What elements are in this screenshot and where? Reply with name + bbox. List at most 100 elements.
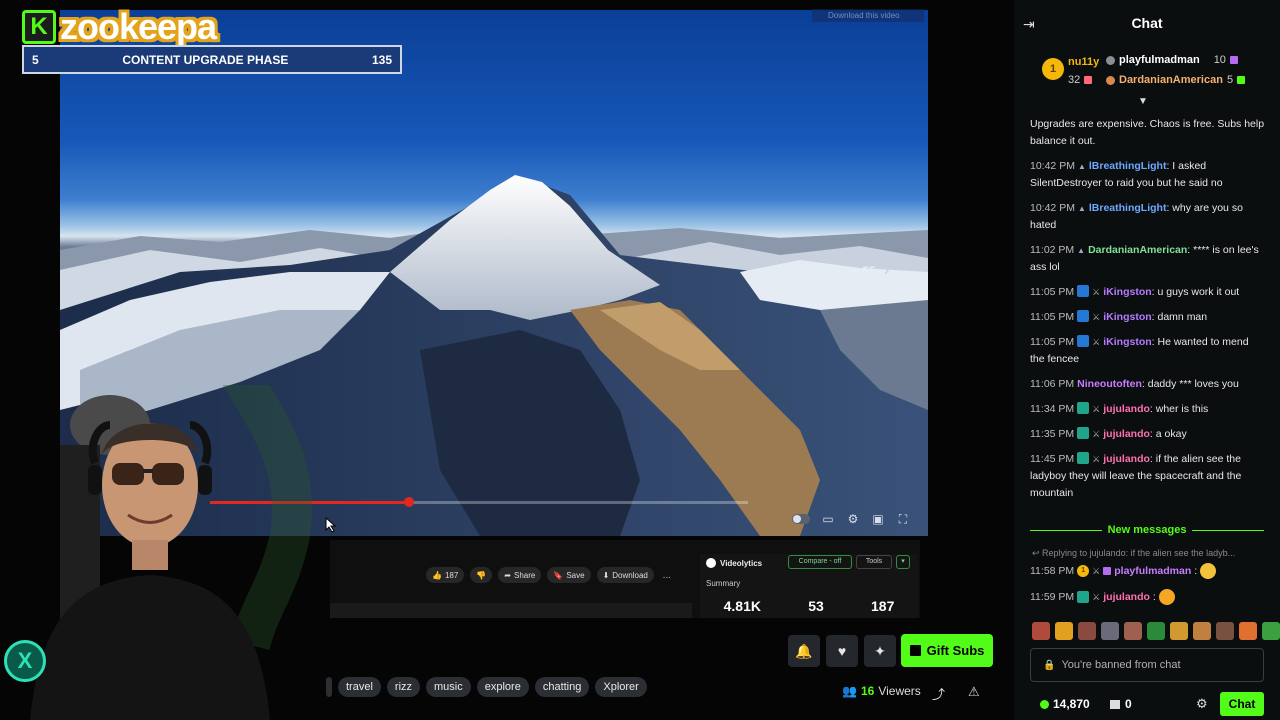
emote-10-icon[interactable] [1239, 622, 1257, 640]
emote-8-icon[interactable] [1193, 622, 1211, 640]
videolytics-panel: Videolytics Compare - off Tools ▾ Summar… [700, 554, 918, 618]
chat-message: 11:02 PM ▲ DardanianAmerican: **** is on l… [1030, 242, 1266, 276]
phase-title: CONTENT UPGRADE PHASE [122, 52, 289, 67]
message-user[interactable]: iKingston [1103, 286, 1151, 298]
message-user[interactable]: jujulando [1103, 453, 1150, 465]
compare-toggle-button[interactable]: Compare - off [788, 555, 852, 569]
message-user[interactable]: iKingston [1103, 311, 1151, 323]
chat-send-button[interactable]: Chat [1220, 692, 1264, 716]
emote-3-icon[interactable] [1078, 622, 1096, 640]
tag-explore[interactable]: explore [476, 677, 529, 697]
video-progress-knob[interactable] [404, 497, 415, 507]
theater-mode-icon[interactable]: ▣ [871, 512, 885, 526]
viewers-label: Viewers [878, 684, 921, 698]
emote-9-icon[interactable] [1216, 622, 1234, 640]
more-options-icon[interactable]: ... [660, 570, 674, 581]
brand-name: zookeepa [60, 6, 217, 47]
download-label: Download [612, 570, 648, 580]
rank-3-icon [1106, 75, 1115, 85]
message-user[interactable]: iKingston [1103, 336, 1151, 348]
xplorer-badge-icon[interactable]: X [4, 640, 46, 682]
chat-message: 11:05 PM ⚔ iKingston: damn man [1030, 309, 1266, 326]
pinned-expand-icon[interactable]: ▼ [1138, 96, 1148, 107]
message-user[interactable]: lBreathingLight [1089, 160, 1167, 172]
like-button[interactable]: 👍 187 [426, 567, 465, 583]
tools-dropdown[interactable]: Tools [856, 555, 892, 569]
boost-button[interactable]: ✦ [864, 635, 896, 667]
report-alert-icon[interactable]: ⚠ [968, 684, 980, 700]
phase-right-count: 135 [371, 52, 392, 67]
chat-settings-gear-icon[interactable]: ⚙ [1196, 696, 1208, 712]
tag-hidden[interactable] [326, 677, 332, 697]
tag-rizz[interactable]: rizz [386, 677, 421, 697]
like-count: 187 [444, 570, 459, 580]
share-icon[interactable]: ⤴ [932, 684, 945, 703]
sparkle-icon: ✦ [874, 642, 886, 659]
message-user[interactable]: jujulando [1103, 428, 1150, 440]
reply-arrow-icon: ↩ [1032, 548, 1043, 558]
emote-5-icon[interactable] [1124, 622, 1142, 640]
message-user[interactable]: Nineoutoften [1077, 378, 1142, 390]
message-colon: : [1194, 565, 1198, 577]
share-button[interactable]: ➦ Share [498, 567, 542, 583]
emote-6-icon[interactable] [1147, 622, 1165, 640]
emote-1-icon[interactable] [1032, 622, 1050, 640]
sword-icon: ⚔ [1092, 312, 1101, 322]
emote-7-icon[interactable] [1170, 622, 1188, 640]
sword-icon: ⚔ [1092, 565, 1101, 576]
tag-chatting[interactable]: chatting [534, 677, 590, 697]
message-user[interactable]: lBreathingLight [1089, 202, 1167, 214]
message-text: : u guys work it out [1151, 286, 1240, 298]
message-colon: : [1152, 591, 1156, 603]
download-video-hint[interactable]: Download this video [812, 9, 924, 22]
message-time: 10:42 PM [1030, 160, 1075, 172]
message-time: 11:59 PM [1030, 591, 1075, 603]
chevron-down-icon[interactable]: ▾ [896, 555, 910, 569]
gift-icon [1084, 76, 1093, 84]
save-button[interactable]: 🔖 Save [547, 567, 591, 583]
channel-points[interactable]: 14,870 [1040, 697, 1090, 711]
emote-2-icon[interactable] [1055, 622, 1073, 640]
kick-logo-icon: K [22, 10, 56, 44]
new-messages-divider[interactable]: New messages [1024, 522, 1270, 538]
boxes-value: 0 [1125, 697, 1132, 711]
loot-boxes[interactable]: 0 [1110, 697, 1132, 711]
chat-input-placeholder: You're banned from chat [1061, 659, 1181, 671]
message-user[interactable]: jujulando [1103, 403, 1150, 415]
laughing-emote-icon [1158, 589, 1175, 605]
chat-message: 10:42 PM ▲ lBreathingLight: I asked Silent… [1030, 158, 1266, 192]
leader-dardanian[interactable]: DardanianAmerican 5 [1106, 74, 1246, 86]
gift-subs-button[interactable]: Gift Subs [901, 634, 993, 667]
message-user[interactable]: playfulmadman [1114, 565, 1191, 577]
emote-11-icon[interactable] [1262, 622, 1280, 640]
download-button[interactable]: ⬇ Download [596, 567, 654, 583]
message-user[interactable]: DardanianAmerican [1088, 244, 1187, 256]
follow-heart-button[interactable]: ♥ [826, 635, 858, 667]
message-time: 11:58 PM [1030, 565, 1075, 577]
notification-bell-button[interactable]: 🔔 [788, 635, 820, 667]
tag-travel[interactable]: travel [338, 677, 381, 697]
viewer-count: 👥 16 Viewers [842, 684, 921, 698]
autoplay-toggle[interactable] [792, 514, 810, 524]
message-user[interactable]: jujulando [1103, 591, 1150, 603]
leader-playfulmadman[interactable]: playfulmadman 10 [1106, 54, 1238, 66]
captions-icon[interactable]: ▭ [821, 512, 835, 526]
sword-icon: ⚔ [1092, 591, 1101, 602]
fullscreen-icon[interactable]: ⛶ [896, 512, 910, 526]
emote-4-icon[interactable] [1101, 622, 1119, 640]
chevron-up-icon: ▲ [1077, 204, 1086, 213]
chat-input[interactable]: 🔒 You're banned from chat [1030, 648, 1264, 682]
settings-gear-icon[interactable]: ⚙ [846, 512, 860, 526]
tag-music[interactable]: music [426, 677, 471, 697]
sunglasses-emote-icon [1200, 563, 1217, 579]
more-count-badge: + 55 [852, 264, 876, 278]
sword-icon: ⚔ [1092, 429, 1101, 439]
dislike-button[interactable]: 👎 [470, 567, 493, 583]
tag-xplorer[interactable]: Xplorer [595, 677, 647, 697]
thumbs-up-icon: 👍 [432, 570, 442, 580]
sub-badge-icon [1077, 591, 1090, 603]
youtube-info-row: 👍 187 👎 ➦ Share 🔖 Save ⬇ Download ... Vi [330, 540, 920, 618]
chevron-right-icon[interactable]: › [884, 262, 889, 280]
leader-name: playfulmadman [1119, 54, 1200, 66]
leader-nu11y[interactable]: nu11y [1068, 56, 1099, 68]
